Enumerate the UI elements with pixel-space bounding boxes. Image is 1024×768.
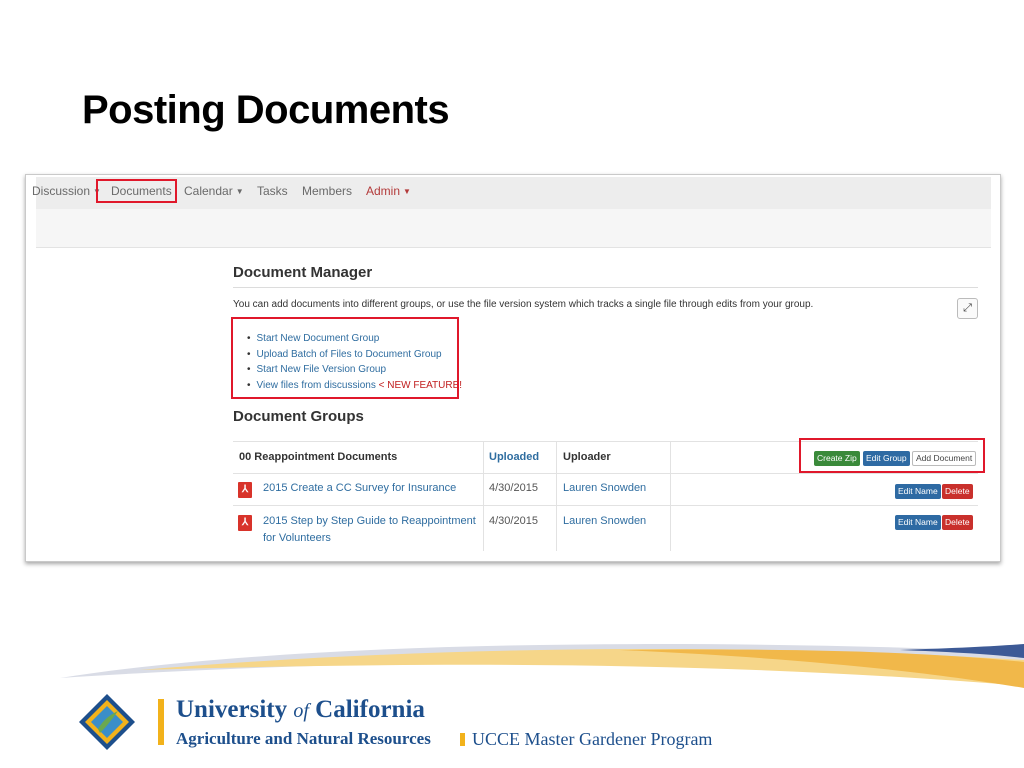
nav-members-label: Members [302, 184, 353, 198]
column-divider [556, 441, 557, 551]
nav-discussion[interactable]: Discussion ▼ [32, 184, 101, 198]
column-uploaded[interactable]: Uploaded [489, 451, 539, 463]
uploaded-date: 4/30/2015 [489, 515, 538, 527]
program-divider [460, 733, 465, 746]
document-link[interactable]: 2015 Step by Step Guide to Reappointment… [263, 513, 478, 547]
highlight-actions-list [231, 317, 459, 399]
divider [233, 287, 978, 288]
column-divider [483, 441, 484, 551]
expand-icon[interactable]: ⤢ [957, 298, 978, 319]
sub-toolbar [36, 209, 991, 248]
column-uploader: Uploader [563, 451, 611, 463]
document-manager-title: Document Manager [233, 264, 373, 281]
nav-admin-label: Admin [366, 184, 401, 198]
nav-admin[interactable]: Admin ▼ [366, 184, 411, 198]
uploader-name[interactable]: Lauren Snowden [563, 482, 646, 494]
edit-name-button[interactable]: Edit Name [895, 515, 941, 530]
footer-swoosh [60, 644, 1024, 688]
nav-discussion-label: Discussion [32, 184, 91, 198]
division-name: Agriculture and Natural Resources [176, 729, 431, 748]
nav-tasks[interactable]: Tasks [257, 184, 288, 198]
pdf-icon: ⅄ [238, 515, 252, 531]
uploaded-date: 4/30/2015 [489, 482, 538, 494]
slide-title: Posting Documents [82, 88, 450, 132]
delete-button[interactable]: Delete [942, 515, 973, 530]
highlight-documents-tab [96, 179, 177, 203]
nav-calendar-label: Calendar [184, 184, 233, 198]
document-groups-title: Document Groups [233, 408, 364, 425]
caret-down-icon: ▼ [235, 187, 244, 197]
program-name: UCCE Master Gardener Program [472, 729, 713, 749]
nav-tasks-label: Tasks [257, 184, 288, 198]
pdf-icon: ⅄ [238, 482, 252, 498]
table-row: ⅄ 2015 Create a CC Survey for Insurance … [233, 473, 978, 506]
university-name: University of California [176, 696, 425, 724]
group-name: 00 Reappointment Documents [239, 451, 398, 463]
top-nav: Discussion ▼ Documents Calendar ▼ Tasks Me… [32, 177, 991, 209]
highlight-group-actions [799, 438, 985, 473]
column-divider [670, 441, 671, 551]
of-word: of [293, 700, 309, 722]
delete-button[interactable]: Delete [942, 484, 973, 499]
uc-anr-logo-icon [79, 694, 135, 750]
california-word: California [315, 696, 425, 723]
university-word: University [176, 696, 288, 723]
nav-calendar[interactable]: Calendar ▼ [184, 184, 244, 198]
logo-divider [158, 699, 164, 745]
edit-name-button[interactable]: Edit Name [895, 484, 941, 499]
document-manager-description: You can add documents into different gro… [233, 299, 814, 310]
table-row: ⅄ 2015 Step by Step Guide to Reappointme… [233, 506, 978, 551]
document-link[interactable]: 2015 Create a CC Survey for Insurance [263, 480, 456, 497]
app-screenshot: Discussion ▼ Documents Calendar ▼ Tasks Me… [25, 174, 1001, 562]
uploader-name[interactable]: Lauren Snowden [563, 515, 646, 527]
caret-down-icon: ▼ [403, 187, 411, 197]
nav-members[interactable]: Members [302, 184, 352, 198]
